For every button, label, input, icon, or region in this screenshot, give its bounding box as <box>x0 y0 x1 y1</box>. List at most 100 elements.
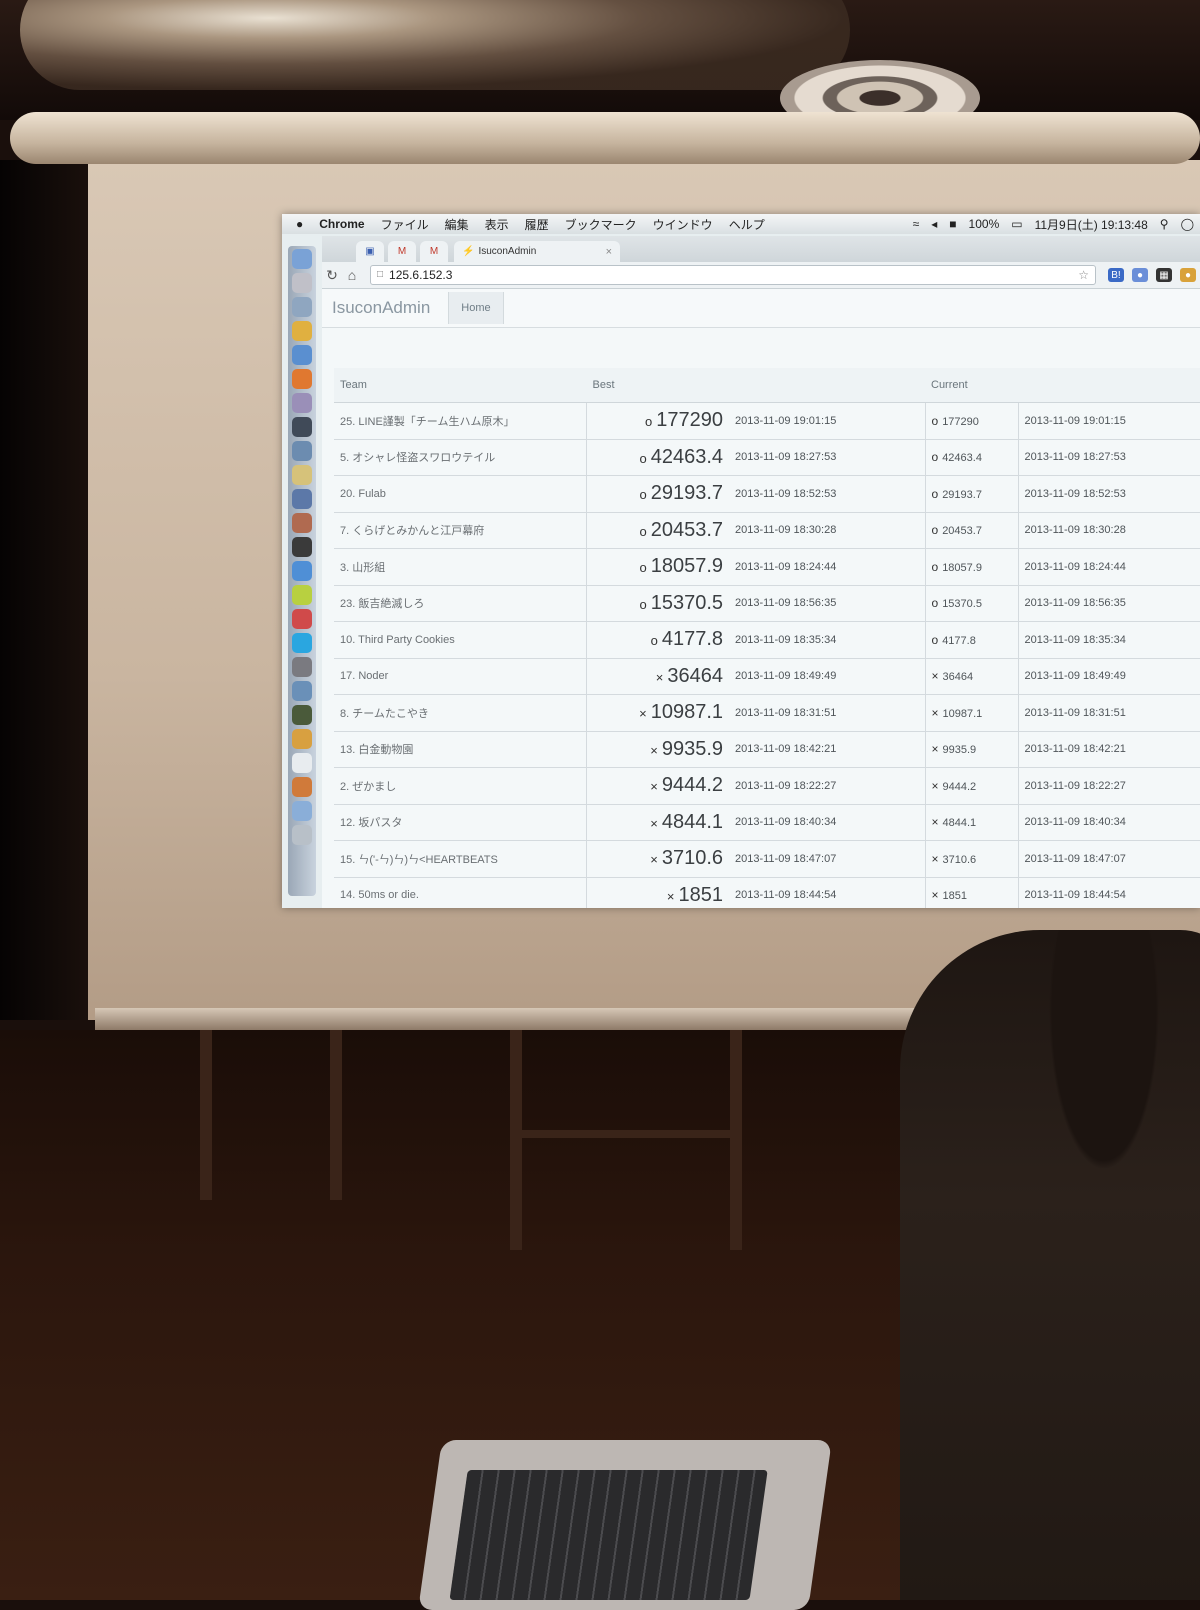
table-row: 2. ぜかまし × 9444.2 2013-11-09 18:22:27 × 9444.2… <box>334 767 1200 805</box>
qr-code-icon[interactable]: ▦ <box>1156 268 1172 282</box>
current-score: 4844.1 <box>942 817 977 830</box>
tab-gmail[interactable]: M <box>420 241 448 262</box>
best-score-cell: × 10987.1 <box>586 694 729 732</box>
table-row: 20. Fulab o 29193.7 2013-11-09 18:52:53 o 291… <box>334 475 1200 513</box>
app-icon[interactable] <box>292 705 312 725</box>
app-icon[interactable] <box>292 681 312 701</box>
camera-icon[interactable] <box>292 417 312 437</box>
app-icon[interactable] <box>292 729 312 749</box>
app-icon[interactable] <box>292 777 312 797</box>
best-score: 42463.4 <box>650 445 723 468</box>
finder-icon[interactable] <box>292 249 312 269</box>
user-icon[interactable]: ◯ <box>1181 217 1194 231</box>
app-icon[interactable] <box>292 657 312 677</box>
team-cell: 7. くらげとみかんと江戸幕府 <box>334 512 587 549</box>
pass-fail-mark: × <box>931 705 939 720</box>
folder-icon[interactable] <box>292 801 312 821</box>
current-score: 18057.9 <box>942 561 982 574</box>
extension-icon[interactable]: ● <box>1132 268 1148 282</box>
best-time: 2013-11-09 18:22:27 <box>735 779 837 792</box>
clock[interactable]: 11月9日(土) 19:13:48 <box>1035 216 1148 233</box>
menu-bookmarks[interactable]: ブックマーク <box>565 216 637 233</box>
input-method-icon[interactable]: ■ <box>949 217 956 231</box>
current-score-cell: × 10987.1 <box>924 694 1018 732</box>
best-time: 2013-11-09 18:56:35 <box>735 597 837 610</box>
table-row: 14. 50ms or die. × 1851 2013-11-09 18:44:54… <box>334 877 1200 908</box>
launchpad-icon[interactable] <box>292 273 312 293</box>
app-brand[interactable]: IsuconAdmin <box>332 298 430 318</box>
close-tab-icon[interactable]: × <box>606 246 612 258</box>
trash-icon[interactable] <box>292 825 312 845</box>
battery-label[interactable]: 100% <box>969 217 1000 231</box>
notes-icon[interactable] <box>292 465 312 485</box>
table-row: 15. ㄣ('-ㄣ)ㄣ)ㄣ<HEARTBEATS × 3710.6 2013-11-0… <box>334 840 1200 878</box>
app-icon[interactable] <box>292 585 312 605</box>
skype-icon[interactable] <box>292 633 312 653</box>
menu-help[interactable]: ヘルプ <box>729 216 765 233</box>
audience-person <box>900 930 1200 1600</box>
current-time-cell: 2013-11-09 18:35:34 <box>1017 621 1200 659</box>
tab-gmail[interactable]: M <box>388 241 416 262</box>
app-icon[interactable] <box>292 393 312 413</box>
app-icon[interactable] <box>292 609 312 629</box>
tab-pinned[interactable]: ▣ <box>356 241 384 262</box>
current-score-cell: o 20453.7 <box>924 512 1018 549</box>
table-header-row: Team Best Current <box>334 368 1200 403</box>
app-icon[interactable] <box>292 513 312 533</box>
current-time: 2013-11-09 18:30:28 <box>1024 524 1126 537</box>
terminal-icon[interactable] <box>292 537 312 557</box>
menu-app-name[interactable]: Chrome <box>319 217 364 231</box>
team-name: 15. ㄣ('-ㄣ)ㄣ)ㄣ<HEARTBEATS <box>340 853 498 866</box>
address-bar[interactable]: □ 125.6.152.3 ☆ <box>370 265 1096 285</box>
best-time-cell: 2013-11-09 18:24:44 <box>729 548 925 586</box>
table-row: 25. LINE謹製「チーム生ハム原木」 o 177290 2013-11-09 19… <box>334 402 1200 440</box>
team-name: 2. ぜかまし <box>340 780 397 793</box>
home-icon[interactable]: ⌂ <box>342 267 362 283</box>
laptop <box>418 1440 832 1610</box>
nav-home-link[interactable]: Home <box>448 292 504 324</box>
pass-fail-mark: × <box>650 779 658 795</box>
stool-leg <box>730 1030 742 1250</box>
tab-active[interactable]: ⚡ IsuconAdmin × <box>454 241 620 262</box>
current-time-cell: 2013-11-09 18:30:28 <box>1017 512 1200 549</box>
apple-icon[interactable]: ● <box>296 217 303 231</box>
pass-fail-mark: × <box>650 852 658 868</box>
hatena-bookmark-icon[interactable]: B! <box>1108 268 1124 282</box>
menu-file[interactable]: ファイル <box>381 216 429 233</box>
page-icon: □ <box>377 269 384 280</box>
menu-window[interactable]: ウインドウ <box>653 216 713 233</box>
editor-icon[interactable] <box>292 441 312 461</box>
best-time-cell: 2013-11-09 18:22:27 <box>729 767 925 805</box>
spotlight-icon[interactable]: ⚲ <box>1160 217 1169 231</box>
chrome-icon[interactable] <box>292 321 312 341</box>
bookmark-star-icon[interactable]: ☆ <box>1078 266 1089 284</box>
team-name: 25. LINE謹製「チーム生ハム原木」 <box>340 415 515 428</box>
firefox-icon[interactable] <box>292 369 312 389</box>
pass-fail-mark: o <box>639 487 647 503</box>
menu-edit[interactable]: 編集 <box>445 216 469 233</box>
team-name: 5. オシャレ怪盗スワロウテイル <box>340 452 496 465</box>
best-time: 2013-11-09 18:24:44 <box>735 560 837 573</box>
reload-icon[interactable]: ↻ <box>322 267 342 284</box>
header-current: Current <box>925 368 1200 403</box>
wifi-icon[interactable]: ≈ <box>913 217 920 231</box>
pass-fail-mark: o <box>639 596 647 612</box>
pass-fail-mark: × <box>666 888 675 904</box>
current-score-cell: o 15370.5 <box>924 585 1018 622</box>
document-icon[interactable] <box>292 753 312 773</box>
current-score-cell: × 4844.1 <box>924 804 1018 841</box>
volume-icon[interactable]: ◂ <box>931 217 937 231</box>
safari-icon[interactable] <box>292 345 312 365</box>
menu-history[interactable]: 履歴 <box>525 216 549 233</box>
app-icon[interactable] <box>292 561 312 581</box>
menu-view[interactable]: 表示 <box>485 216 509 233</box>
extension-icon[interactable]: ● <box>1180 268 1196 282</box>
current-score-cell: o 42463.4 <box>924 439 1018 476</box>
pass-fail-mark: × <box>931 888 939 903</box>
app-icon[interactable] <box>292 489 312 509</box>
current-time: 2013-11-09 18:35:34 <box>1024 633 1126 646</box>
battery-icon[interactable]: ▭ <box>1011 217 1022 231</box>
best-score-cell: × 4844.1 <box>586 804 729 841</box>
stool-leg <box>510 1030 522 1250</box>
mail-icon[interactable] <box>292 297 312 317</box>
